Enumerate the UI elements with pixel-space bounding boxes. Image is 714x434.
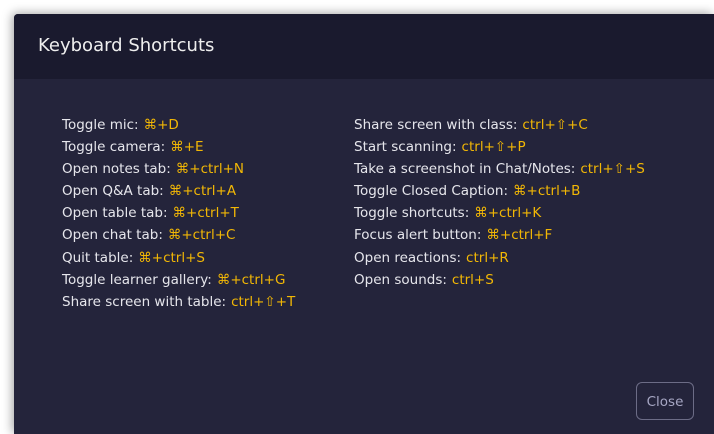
shortcut-row: Share screen with table: ctrl+⇧+T [62,291,295,313]
shortcut-keys: ⌘+ctrl+F [486,227,553,244]
shortcut-label: Open notes tab: [62,161,171,178]
shortcut-label: Toggle Closed Caption: [354,183,509,200]
shortcut-row: Open reactions: ctrl+R [354,247,645,269]
shortcut-row: Focus alert button: ⌘+ctrl+F [354,224,645,246]
shortcut-label: Share screen with class: [354,117,518,133]
shortcut-row: Quit table: ⌘+ctrl+S [62,247,295,269]
shortcut-row: Open sounds: ctrl+S [354,269,645,291]
shortcut-keys: ⌘+ctrl+S [138,249,205,266]
shortcut-keys: ⌘+ctrl+A [168,183,237,200]
shortcut-label: Focus alert button: [354,227,482,244]
shortcut-label: Open chat tab: [62,227,163,244]
shortcut-keys: ⌘+ctrl+G [216,271,286,288]
shortcut-keys: ⌘+ctrl+N [175,161,245,178]
shortcut-row: Open chat tab: ⌘+ctrl+C [62,224,295,246]
shortcut-row: Toggle shortcuts: ⌘+ctrl+K [354,202,645,224]
shortcut-keys: ⌘+E [170,139,204,156]
shortcut-row: Start scanning: ctrl+⇧+P [354,136,645,158]
shortcut-label: Toggle shortcuts: [354,205,470,222]
shortcuts-column-right: Share screen with class: ctrl+⇧+C Start s… [354,114,645,291]
shortcut-keys: ⌘+ctrl+T [172,205,239,222]
shortcut-keys: ⌘+ctrl+K [474,205,542,222]
shortcut-label: Toggle mic: [62,117,139,133]
shortcut-row: Toggle mic: ⌘+D [62,114,295,136]
shortcut-row: Open notes tab: ⌘+ctrl+N [62,158,295,180]
shortcut-keys: ctrl+⇧+P [461,139,526,156]
shortcut-row: Toggle camera: ⌘+E [62,136,295,158]
shortcut-label: Open Q&A tab: [62,183,164,200]
shortcut-keys: ctrl+⇧+T [231,293,296,310]
shortcut-keys: ctrl+⇧+C [522,117,588,133]
dialog-title: Keyboard Shortcuts [38,35,215,56]
shortcut-keys: ctrl+⇧+S [580,161,645,178]
shortcut-keys: ctrl+S [451,271,494,288]
shortcut-keys: ⌘+D [143,117,179,133]
shortcut-label: Open sounds: [354,271,447,288]
shortcut-row: Share screen with class: ctrl+⇧+C [354,114,645,136]
shortcut-label: Toggle learner gallery: [62,271,212,288]
shortcut-label: Toggle camera: [62,139,166,156]
shortcut-row: Open Q&A tab: ⌘+ctrl+A [62,180,295,202]
shortcut-row: Toggle learner gallery: ⌘+ctrl+G [62,269,295,291]
shortcut-row: Toggle Closed Caption: ⌘+ctrl+B [354,180,645,202]
shortcut-label: Start scanning: [354,139,457,156]
shortcuts-column-left: Toggle mic: ⌘+D Toggle camera: ⌘+E Open no… [62,114,295,313]
keyboard-shortcuts-dialog: Keyboard Shortcuts Toggle mic: ⌘+D Toggle… [14,14,714,434]
shortcut-label: Share screen with table: [62,293,227,310]
shortcut-keys: ⌘+ctrl+C [167,227,236,244]
shortcut-keys: ⌘+ctrl+B [513,183,581,200]
shortcut-keys: ctrl+R [466,249,509,266]
shortcut-row: Take a screenshot in Chat/Notes: ctrl+⇧+S [354,158,645,180]
shortcut-label: Open table tab: [62,205,168,222]
shortcut-row: Open table tab: ⌘+ctrl+T [62,202,295,224]
shortcut-label: Quit table: [62,249,134,266]
shortcut-label: Open reactions: [354,249,462,266]
close-button[interactable]: Close [636,382,694,420]
dialog-header: Keyboard Shortcuts [14,14,714,79]
shortcut-label: Take a screenshot in Chat/Notes: [354,161,576,178]
